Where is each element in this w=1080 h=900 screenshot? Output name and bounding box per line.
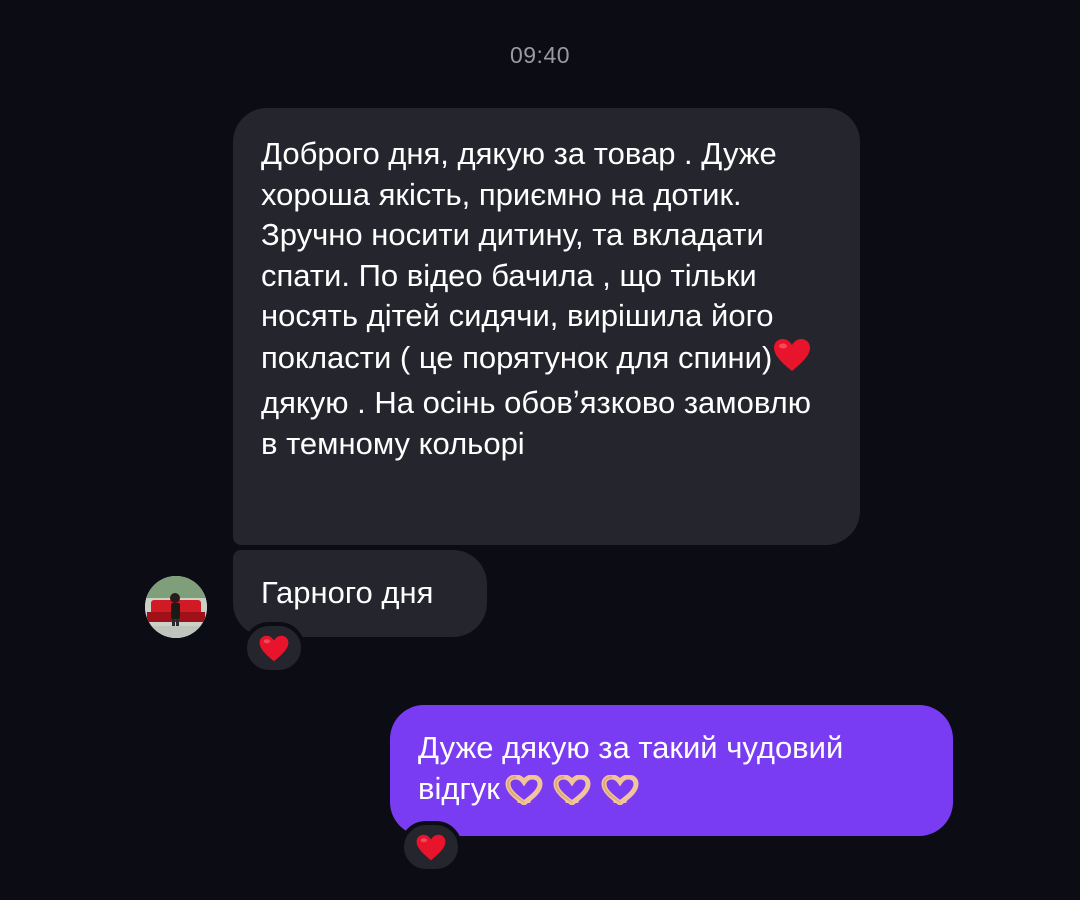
heart-hands-icon xyxy=(552,773,592,816)
heart-hands-icon xyxy=(504,773,544,816)
heart-hands-emoji-group xyxy=(504,773,648,816)
red-heart-icon xyxy=(772,337,812,384)
red-heart-icon xyxy=(259,635,289,661)
red-heart-icon xyxy=(416,834,446,860)
heart-hands-icon xyxy=(600,773,640,816)
incoming-message-bubble[interactable]: Доброго дня, дякую за товар . Дуже хорош… xyxy=(233,108,860,545)
outgoing-message-bubble[interactable]: Дуже дякую за такий чудовий відгук xyxy=(390,705,953,836)
heart-reaction[interactable] xyxy=(400,821,462,873)
heart-reaction[interactable] xyxy=(243,622,305,674)
message-text: Гарного дня xyxy=(261,575,434,610)
message-timestamp: 09:40 xyxy=(509,42,571,68)
message-text-continued: дякую . На осінь обовʼязково замовлю в т… xyxy=(261,385,811,461)
avatar-photo-icon xyxy=(145,576,207,638)
message-text: Доброго дня, дякую за товар . Дуже хорош… xyxy=(261,136,777,375)
contact-avatar[interactable] xyxy=(145,576,207,638)
